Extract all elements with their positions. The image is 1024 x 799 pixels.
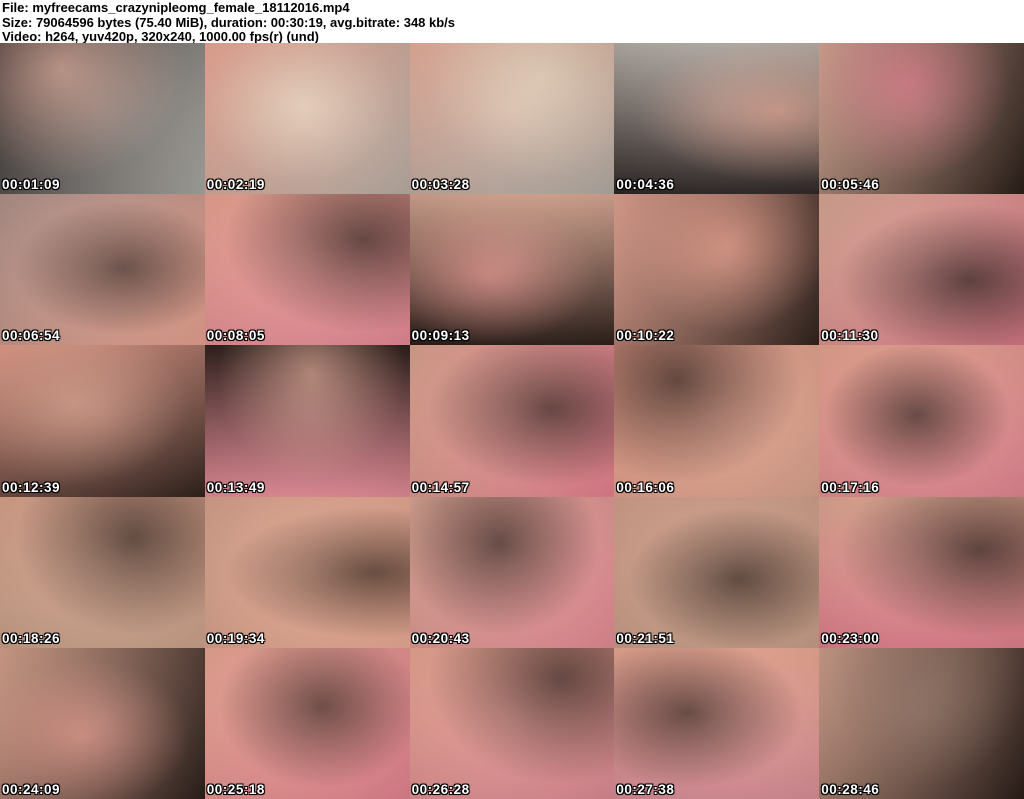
timestamp-label: 00:26:28	[411, 781, 470, 797]
video-frame-thumbnail: 00:16:06	[614, 345, 820, 497]
video-frame-thumbnail: 00:18:26	[0, 496, 205, 648]
timestamp-label: 00:01:09	[2, 177, 61, 193]
contact-sheet: File: myfreecams_crazynipleomg_female_18…	[0, 0, 1024, 799]
video-frame-thumbnail: 00:01:09	[0, 43, 205, 195]
video-frame-thumbnail: 00:14:57	[409, 345, 615, 497]
video-frame-thumbnail: 00:28:46	[819, 647, 1024, 799]
timestamp-label: 00:08:05	[206, 328, 265, 344]
file-name-line: File: myfreecams_crazynipleomg_female_18…	[2, 0, 350, 15]
timestamp-label: 00:27:38	[616, 781, 675, 797]
video-frame-thumbnail: 00:09:13	[409, 194, 615, 346]
video-frame-thumbnail: 00:23:00	[819, 496, 1024, 648]
video-frame-thumbnail: 00:10:22	[614, 194, 820, 346]
metadata-header: File: myfreecams_crazynipleomg_female_18…	[0, 0, 1024, 44]
video-frame-thumbnail: 00:20:43	[409, 496, 615, 648]
timestamp-label: 00:18:26	[2, 630, 61, 646]
video-frame-thumbnail: 00:24:09	[0, 647, 205, 799]
timestamp-label: 00:02:19	[206, 177, 265, 193]
video-frame-thumbnail: 00:11:30	[819, 194, 1024, 346]
video-frame-thumbnail: 00:21:51	[614, 496, 820, 648]
timestamp-label: 00:24:09	[2, 781, 61, 797]
video-frame-thumbnail: 00:25:18	[204, 647, 410, 799]
timestamp-label: 00:21:51	[616, 630, 675, 646]
timestamp-label: 00:10:22	[616, 328, 675, 344]
thumbnail-grid: 00:01:09 00:02:19 00:03:28 00:04:36 00:0…	[0, 43, 1024, 799]
timestamp-label: 00:03:28	[411, 177, 470, 193]
timestamp-label: 00:25:18	[206, 781, 265, 797]
timestamp-label: 00:19:34	[206, 630, 265, 646]
video-frame-thumbnail: 00:12:39	[0, 345, 205, 497]
file-size-duration-line: Size: 79064596 bytes (75.40 MiB), durati…	[2, 14, 456, 30]
timestamp-label: 00:13:49	[206, 479, 265, 495]
timestamp-label: 00:20:43	[411, 630, 470, 646]
timestamp-label: 00:04:36	[616, 177, 675, 193]
timestamp-label: 00:11:30	[821, 328, 879, 344]
timestamp-label: 00:23:00	[821, 630, 880, 646]
video-frame-thumbnail: 00:26:28	[409, 647, 615, 799]
video-frame-thumbnail: 00:13:49	[204, 345, 410, 497]
video-frame-thumbnail: 00:19:34	[204, 496, 410, 648]
timestamp-label: 00:09:13	[411, 328, 470, 344]
timestamp-label: 00:14:57	[411, 479, 470, 495]
timestamp-label: 00:12:39	[2, 479, 61, 495]
timestamp-label: 00:16:06	[616, 479, 675, 495]
video-frame-thumbnail: 00:27:38	[614, 647, 820, 799]
timestamp-label: 00:17:16	[821, 479, 880, 495]
timestamp-label: 00:05:46	[821, 177, 880, 193]
video-frame-thumbnail: 00:02:19	[204, 43, 410, 195]
timestamp-label: 00:06:54	[2, 328, 61, 344]
timestamp-label: 00:28:46	[821, 781, 880, 797]
video-frame-thumbnail: 00:08:05	[204, 194, 410, 346]
video-frame-thumbnail: 00:03:28	[409, 43, 615, 195]
video-frame-thumbnail: 00:05:46	[819, 43, 1024, 195]
video-frame-thumbnail: 00:04:36	[614, 43, 820, 195]
video-frame-thumbnail: 00:06:54	[0, 194, 205, 346]
video-frame-thumbnail: 00:17:16	[819, 345, 1024, 497]
